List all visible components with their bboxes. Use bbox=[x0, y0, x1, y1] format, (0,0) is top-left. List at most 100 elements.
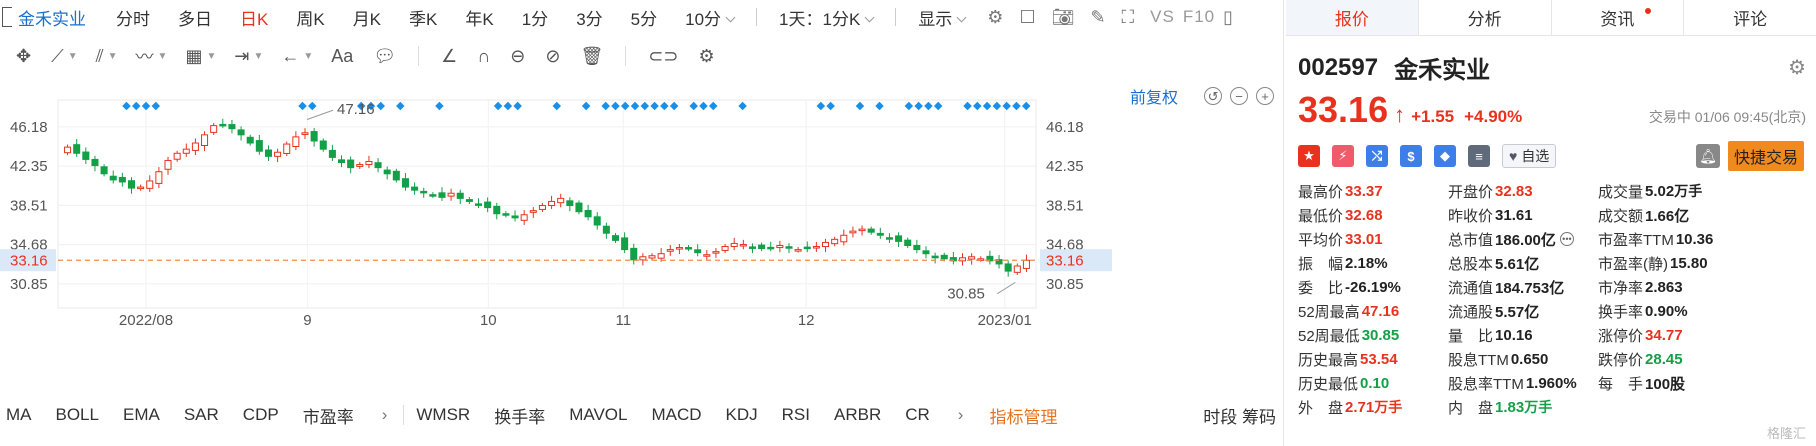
indicator-wmsr[interactable]: WMSR bbox=[416, 405, 470, 425]
event-marker-icon[interactable] bbox=[611, 101, 620, 111]
hide-icon[interactable]: ⊘ bbox=[545, 46, 560, 67]
arrow-tool-icon[interactable]: ← bbox=[281, 46, 299, 67]
pencil-icon[interactable]: ✎ bbox=[1090, 7, 1105, 28]
tab-analysis[interactable]: 分析 bbox=[1419, 0, 1552, 35]
event-marker-icon[interactable] bbox=[141, 101, 151, 111]
event-marker-icon[interactable] bbox=[396, 101, 405, 111]
chevron-right-icon[interactable]: › bbox=[382, 405, 388, 425]
tab-comments[interactable]: 评论 bbox=[1684, 0, 1816, 35]
event-marker-icon[interactable] bbox=[738, 101, 747, 111]
tab-monthly-k[interactable]: 月K bbox=[339, 5, 395, 30]
event-marker-icon[interactable] bbox=[669, 101, 679, 111]
add-watchlist-button[interactable]: ♥ 自选 bbox=[1502, 144, 1557, 168]
event-marker-icon[interactable] bbox=[630, 101, 640, 111]
indicator-kdj[interactable]: KDJ bbox=[726, 405, 758, 425]
event-marker-icon[interactable] bbox=[709, 101, 718, 111]
event-marker-icon[interactable] bbox=[963, 101, 972, 111]
event-marker-icon[interactable] bbox=[640, 101, 650, 111]
window-square-icon[interactable]: ☐ bbox=[1019, 7, 1035, 28]
indicator-arbr[interactable]: ARBR bbox=[834, 405, 881, 425]
settings-gear-icon[interactable]: ⚙ bbox=[987, 7, 1003, 28]
camera-icon[interactable]: 📷︎ bbox=[1052, 7, 1075, 28]
event-marker-icon[interactable] bbox=[131, 101, 141, 111]
event-marker-icon[interactable] bbox=[435, 101, 444, 111]
eye-icon[interactable]: ⊖ bbox=[510, 46, 525, 67]
quick-trade-button[interactable]: 快捷交易 bbox=[1727, 141, 1804, 171]
vs-button[interactable]: VS bbox=[1150, 7, 1175, 27]
event-marker-icon[interactable] bbox=[875, 101, 884, 111]
indicator-boll[interactable]: BOLL bbox=[56, 405, 99, 425]
tab-quote[interactable]: 报价 bbox=[1286, 0, 1419, 35]
tab-10min[interactable]: 10分 bbox=[671, 5, 748, 30]
event-marker-icon[interactable] bbox=[924, 101, 933, 111]
settings-gear-icon[interactable]: ⚙ bbox=[1788, 55, 1806, 80]
fib-tool-icon[interactable]: ▦ bbox=[185, 46, 202, 67]
tab-weekly-k[interactable]: 周K bbox=[282, 5, 338, 30]
panel-toggle-icon[interactable]: ▯ bbox=[1223, 7, 1233, 28]
margin-icon[interactable]: ⚡ bbox=[1332, 145, 1354, 167]
event-marker-icon[interactable] bbox=[699, 101, 708, 111]
indicator-rsi[interactable]: RSI bbox=[782, 405, 810, 425]
tab-3min[interactable]: 3分 bbox=[562, 5, 616, 30]
event-marker-icon[interactable] bbox=[904, 101, 914, 111]
chevron-down-icon[interactable]: ▼ bbox=[206, 51, 216, 62]
chevron-down-icon[interactable]: ▼ bbox=[253, 51, 263, 62]
tab-intraday[interactable]: 分时 bbox=[102, 5, 164, 30]
indicator-pe[interactable]: 市盈率 bbox=[303, 403, 354, 428]
interval-select[interactable]: 1天：1分K bbox=[765, 5, 887, 30]
event-marker-icon[interactable] bbox=[933, 101, 943, 111]
note-icon[interactable]: ≡ bbox=[1468, 145, 1490, 167]
event-marker-icon[interactable] bbox=[973, 101, 982, 111]
range-tool-icon[interactable]: ⇥ bbox=[234, 46, 249, 67]
event-marker-icon[interactable] bbox=[826, 101, 835, 111]
tag-icon[interactable]: ◆ bbox=[1434, 145, 1456, 167]
event-marker-icon[interactable] bbox=[1012, 101, 1021, 111]
indicator-cdp[interactable]: CDP bbox=[243, 405, 279, 425]
display-menu[interactable]: 显示 bbox=[904, 5, 979, 30]
chevron-down-icon[interactable]: ▼ bbox=[68, 51, 78, 62]
event-marker-icon[interactable] bbox=[650, 101, 659, 111]
event-marker-icon[interactable] bbox=[552, 101, 562, 111]
event-marker-icon[interactable] bbox=[1021, 101, 1031, 111]
ruler-tool-icon[interactable]: ∠ bbox=[441, 46, 457, 67]
event-marker-icon[interactable] bbox=[620, 101, 630, 111]
connect-icon[interactable]: ⤭ bbox=[1366, 145, 1388, 167]
event-marker-icon[interactable] bbox=[992, 101, 1002, 111]
event-marker-icon[interactable] bbox=[660, 101, 669, 111]
chevron-down-icon[interactable]: ▼ bbox=[303, 51, 313, 62]
chevron-down-icon[interactable]: ▼ bbox=[108, 51, 118, 62]
indicator-ma[interactable]: MA bbox=[6, 405, 32, 425]
fullscreen-icon[interactable]: ⛶ bbox=[1122, 7, 1135, 28]
tab-news[interactable]: 资讯 bbox=[1552, 0, 1685, 35]
tab-1min[interactable]: 1分 bbox=[508, 5, 562, 30]
event-marker-icon[interactable] bbox=[601, 101, 610, 111]
event-marker-icon[interactable] bbox=[914, 101, 923, 111]
tab-yearly-k[interactable]: 年K bbox=[451, 5, 507, 30]
wave-tool-icon[interactable]: 〰 bbox=[136, 43, 154, 69]
bell-icon[interactable]: 🔔︎ bbox=[1695, 144, 1720, 168]
line-tool-icon[interactable]: ⟋ bbox=[51, 46, 64, 67]
stock-name-link[interactable]: 金禾实业 bbox=[18, 5, 86, 30]
session-chip-tabs[interactable]: 时段 筹码 bbox=[1203, 403, 1276, 428]
event-marker-icon[interactable] bbox=[513, 101, 522, 111]
text-tool-icon[interactable]: Aa bbox=[331, 46, 353, 67]
event-marker-icon[interactable] bbox=[855, 101, 865, 111]
indicator-sar[interactable]: SAR bbox=[184, 405, 219, 425]
dollar-icon[interactable]: $ bbox=[1400, 145, 1422, 167]
event-marker-icon[interactable] bbox=[982, 101, 992, 111]
event-marker-icon[interactable] bbox=[816, 101, 826, 111]
chevron-right-icon[interactable]: › bbox=[958, 405, 964, 425]
event-marker-icon[interactable] bbox=[298, 101, 307, 111]
chevron-down-icon[interactable]: ▼ bbox=[158, 51, 168, 62]
tab-5min[interactable]: 5分 bbox=[617, 5, 671, 30]
event-marker-icon[interactable] bbox=[308, 101, 317, 111]
indicator-macd[interactable]: MACD bbox=[651, 405, 701, 425]
tab-quarterly-k[interactable]: 季K bbox=[395, 5, 451, 30]
channel-tool-icon[interactable]: ⫽ bbox=[96, 46, 104, 67]
tab-multi-day[interactable]: 多日 bbox=[164, 5, 226, 30]
indicator-manage-button[interactable]: 指标管理 bbox=[989, 403, 1057, 428]
china-flag-icon[interactable]: ★ bbox=[1298, 145, 1320, 167]
more-circle-icon[interactable]: ••• bbox=[1559, 232, 1574, 246]
indicator-turnover[interactable]: 换手率 bbox=[494, 403, 545, 428]
f10-button[interactable]: F10 bbox=[1183, 7, 1215, 27]
